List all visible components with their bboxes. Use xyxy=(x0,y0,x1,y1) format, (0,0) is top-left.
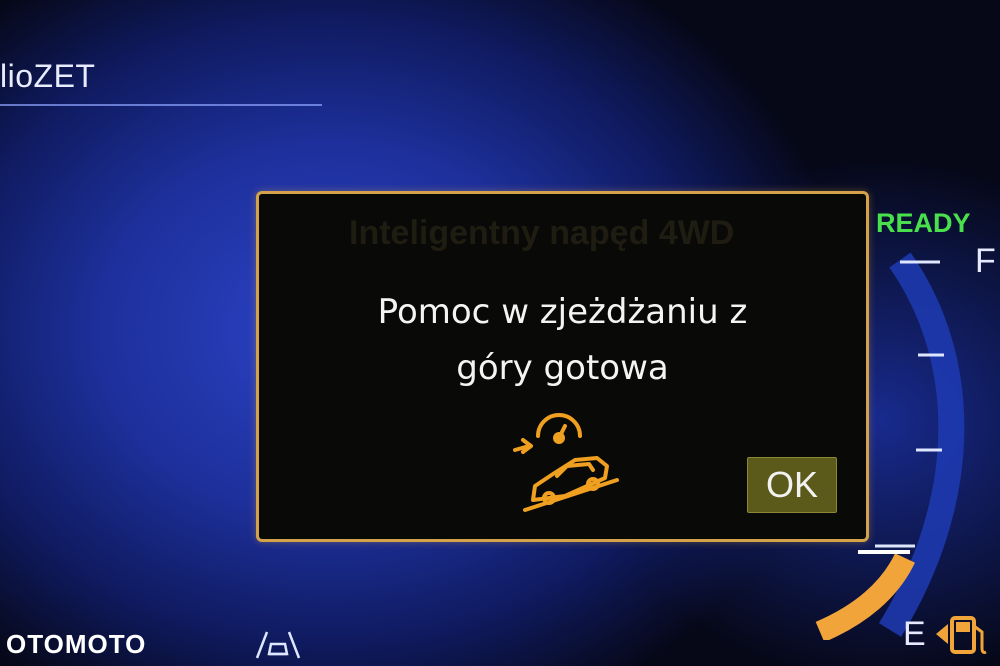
ok-button[interactable]: OK xyxy=(747,457,837,513)
dialog-message-line-2: góry gotowa xyxy=(456,348,669,388)
notification-dialog: Inteligentny napęd 4WD Pomoc w zjeżdżani… xyxy=(256,191,869,542)
dialog-message-line-1: Pomoc w zjeżdżaniu z xyxy=(377,292,748,332)
station-divider xyxy=(0,104,322,106)
gauge-empty-label: E xyxy=(903,615,926,653)
hill-descent-control-icon xyxy=(513,413,619,512)
fuel-pump-icon xyxy=(936,616,987,654)
background-screen-title: Inteligentny napęd 4WD xyxy=(349,214,735,252)
instrument-cluster-screen: lioZET READY F E Inteligentny napęd 4WD … xyxy=(0,0,1000,666)
dialog-message: Pomoc w zjeżdżaniu z góry gotowa xyxy=(259,284,866,396)
lane-keeping-icon xyxy=(255,631,301,659)
ready-indicator: READY xyxy=(876,208,971,238)
watermark-logo: OTOMOTO xyxy=(6,629,147,659)
station-label: lioZET xyxy=(0,58,96,94)
